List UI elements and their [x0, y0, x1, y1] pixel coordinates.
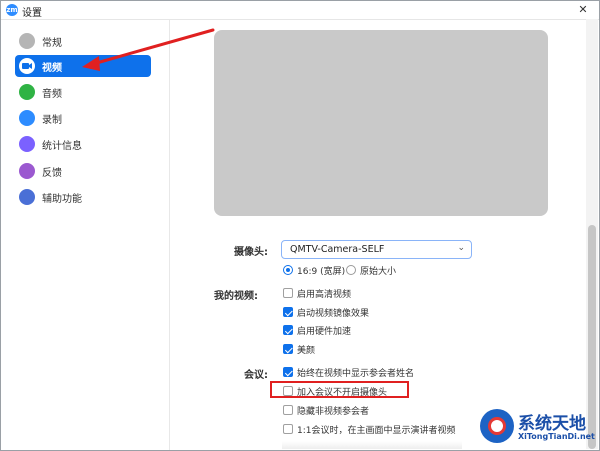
sidebar-item-label: 常规: [42, 38, 62, 49]
watermark-sub-text: XiTongTianDi.net: [518, 432, 595, 441]
checkbox-label: 始终在视频中显示参会者姓名: [297, 369, 415, 379]
radio-unselected[interactable]: [346, 265, 356, 275]
sidebar-item-video[interactable]: 视频: [15, 55, 151, 77]
sidebar-item-label: 音频: [42, 89, 62, 100]
radio-label: 16:9 (宽屏): [297, 267, 346, 277]
checkbox-label: 隐藏非视频参会者: [297, 407, 370, 417]
checkbox[interactable]: [283, 405, 293, 415]
checkbox-label: 启用高清视频: [297, 290, 352, 300]
settings-sidebar: 常规 视频 音频 录制 统计信息 反馈 辅助功能: [1, 20, 170, 450]
highlight-box: [270, 381, 409, 398]
bar-chart-icon: [19, 136, 35, 152]
smiley-icon: [19, 163, 35, 179]
sidebar-item-label: 录制: [42, 115, 62, 126]
sidebar-item-label: 辅助功能: [42, 194, 82, 205]
zoom-app-icon: zm: [6, 4, 18, 16]
meeting-label: 会议:: [244, 370, 268, 381]
camera-select-value: QMTV-Camera-SELF: [290, 244, 385, 255]
checkbox[interactable]: [283, 325, 293, 335]
cut-off-option-row: [282, 441, 462, 449]
checkbox[interactable]: [283, 288, 293, 298]
checkbox-label: 1:1会议时，在主画面中显示演讲者视频: [297, 426, 456, 436]
sidebar-item-label: 视频: [42, 63, 62, 74]
watermark-logo: [480, 409, 514, 443]
radio-label: 原始大小: [360, 267, 397, 277]
sidebar-item-feedback[interactable]: 反馈: [15, 160, 151, 182]
sidebar-item-statistics[interactable]: 统计信息: [15, 133, 151, 155]
my-video-label: 我的视频:: [214, 291, 258, 302]
title-bar: zm 设置 ✕: [1, 1, 599, 20]
sidebar-item-accessibility[interactable]: 辅助功能: [15, 186, 151, 208]
close-button[interactable]: ✕: [571, 2, 595, 18]
camera-select[interactable]: QMTV-Camera-SELF ⌄: [281, 240, 472, 259]
checkbox[interactable]: [283, 424, 293, 434]
sidebar-item-general[interactable]: 常规: [15, 30, 151, 52]
sidebar-item-recording[interactable]: 录制: [15, 107, 151, 129]
camera-label: 摄像头:: [234, 247, 268, 258]
video-camera-icon: [19, 58, 35, 74]
sidebar-item-label: 反馈: [42, 168, 62, 179]
checkbox[interactable]: [283, 344, 293, 354]
checkbox[interactable]: [283, 367, 293, 377]
content-scrollbar[interactable]: [586, 19, 598, 449]
sidebar-item-audio[interactable]: 音频: [15, 81, 151, 103]
radio-selected[interactable]: [283, 265, 293, 275]
checkbox[interactable]: [283, 307, 293, 317]
headphones-icon: [19, 84, 35, 100]
checkbox-label: 启动视频镜像效果: [297, 309, 370, 319]
gear-icon: [19, 33, 35, 49]
chevron-down-icon: ⌄: [457, 243, 465, 253]
window-title: 设置: [22, 8, 42, 19]
watermark-main-text: 系统天地: [518, 414, 586, 434]
watermark: 系统天地 XiTongTianDi.net: [480, 405, 598, 449]
camera-preview: [214, 30, 548, 216]
sidebar-item-label: 统计信息: [42, 141, 82, 152]
record-icon: [19, 110, 35, 126]
checkbox-label: 美颜: [297, 346, 316, 356]
accessibility-icon: [19, 189, 35, 205]
checkbox-label: 启用硬件加速: [297, 327, 352, 337]
